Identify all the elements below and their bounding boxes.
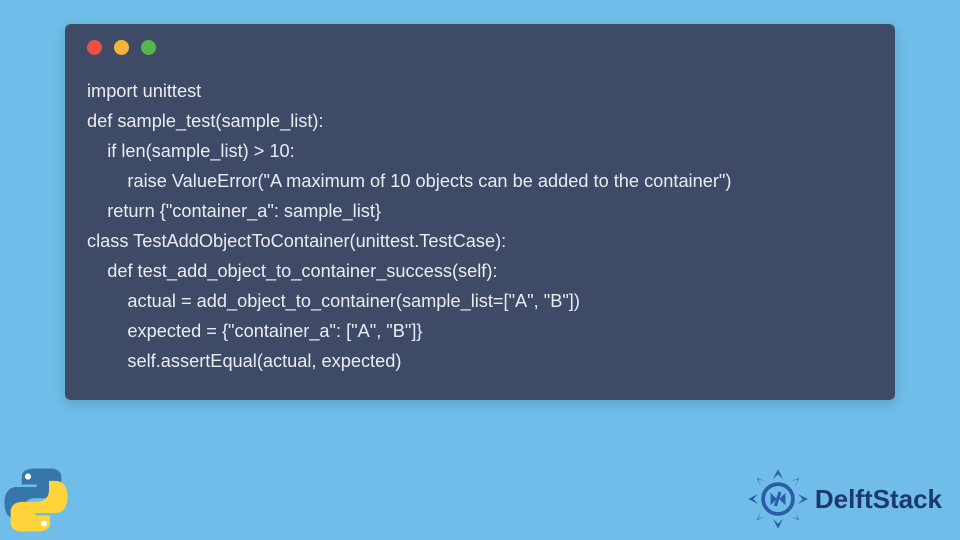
code-line: def sample_test(sample_list): (87, 106, 873, 136)
maximize-icon (141, 40, 156, 55)
code-body: import unittest def sample_test(sample_l… (65, 70, 895, 400)
code-line: actual = add_object_to_container(sample_… (87, 286, 873, 316)
code-line: self.assertEqual(actual, expected) (87, 346, 873, 376)
close-icon (87, 40, 102, 55)
minimize-icon (114, 40, 129, 55)
code-line: raise ValueError("A maximum of 10 object… (87, 166, 873, 196)
python-logo-icon (2, 466, 70, 534)
code-window: import unittest def sample_test(sample_l… (65, 24, 895, 400)
code-line: import unittest (87, 76, 873, 106)
code-line: class TestAddObjectToContainer(unittest.… (87, 226, 873, 256)
code-line: expected = {"container_a": ["A", "B"]} (87, 316, 873, 346)
code-line: return {"container_a": sample_list} (87, 196, 873, 226)
window-titlebar (65, 24, 895, 70)
brand-badge: DelftStack (747, 468, 942, 530)
brand-name: DelftStack (815, 484, 942, 515)
code-line: if len(sample_list) > 10: (87, 136, 873, 166)
code-line: def test_add_object_to_container_success… (87, 256, 873, 286)
delftstack-logo-icon (747, 468, 809, 530)
